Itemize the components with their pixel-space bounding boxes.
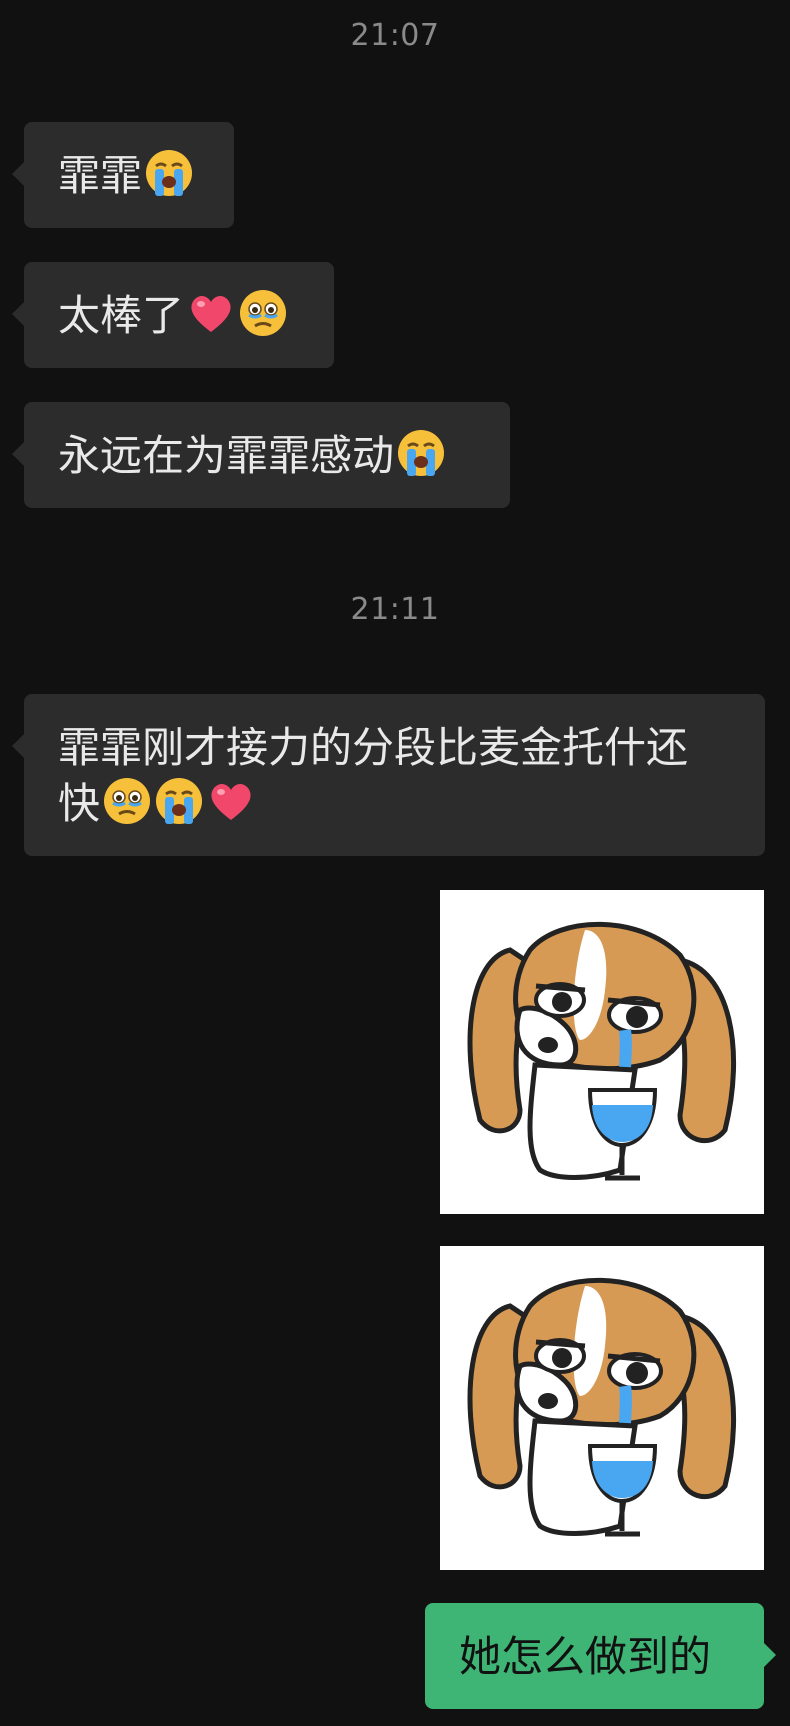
crying-beagle-sticker[interactable] — [440, 890, 764, 1214]
incoming-message-bubble[interactable]: 永远在为霏霏感动 — [12, 402, 510, 508]
message-text: 霏霏 — [58, 151, 143, 200]
loudly-crying-face-emoji-icon — [154, 776, 204, 826]
message-row-3: 永远在为霏霏感动 — [12, 402, 510, 508]
outgoing-message-bubble[interactable]: 她怎么做到的 — [425, 1603, 776, 1709]
crying-beagle-sticker[interactable] — [440, 1246, 764, 1570]
message-row-2: 太棒了 — [12, 262, 334, 368]
message-row-outgoing: 她怎么做到的 — [425, 1603, 776, 1709]
incoming-message-bubble[interactable]: 霏霏 — [12, 122, 234, 228]
holding-back-tears-emoji-icon — [238, 288, 288, 338]
timestamp-1: 21:07 — [350, 18, 440, 53]
message-row-4: 霏霏刚才接力的分段比麦金托什还 快 — [12, 694, 765, 856]
message-text-line-2: 快 — [58, 776, 733, 832]
red-heart-emoji-icon — [186, 288, 236, 338]
red-heart-emoji-icon — [206, 776, 256, 826]
message-text: 快 — [58, 779, 101, 828]
message-text: 永远在为霏霏感动 — [58, 431, 395, 480]
loudly-crying-face-emoji-icon — [144, 148, 194, 198]
message-row-1: 霏霏 — [12, 122, 234, 228]
holding-back-tears-emoji-icon — [102, 776, 152, 826]
incoming-message-bubble[interactable]: 霏霏刚才接力的分段比麦金托什还 快 — [12, 694, 765, 856]
loudly-crying-face-emoji-icon — [396, 428, 446, 478]
message-text: 太棒了 — [58, 291, 185, 340]
message-text-line-1: 霏霏刚才接力的分段比麦金托什还 — [58, 723, 689, 772]
crying-beagle-with-glass-icon — [440, 1246, 764, 1570]
crying-beagle-with-glass-icon — [440, 890, 764, 1214]
timestamp-2: 21:11 — [350, 592, 440, 627]
message-text: 她怎么做到的 — [459, 1632, 712, 1681]
incoming-message-bubble[interactable]: 太棒了 — [12, 262, 334, 368]
